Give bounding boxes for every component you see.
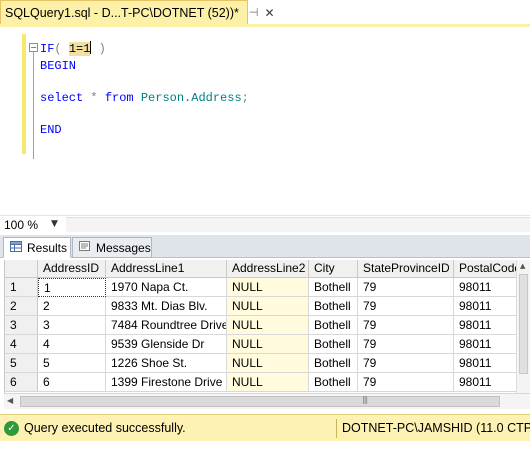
table-cell[interactable]: 7484 Roundtree Drive [106, 316, 227, 335]
table-cell[interactable]: Bothell [309, 335, 358, 354]
pin-icon[interactable]: ⊣ [249, 6, 259, 19]
tab-results[interactable]: Results [3, 237, 71, 258]
table-cell[interactable]: NULL [227, 335, 309, 354]
table-cell[interactable]: 79 [358, 278, 454, 297]
column-header[interactable]: City [309, 260, 358, 278]
table-cell[interactable]: 1226 Shoe St. [106, 354, 227, 373]
table-name: Person.Address [140, 91, 242, 105]
row-number[interactable]: 1 [5, 278, 38, 297]
keyword-if: IF [40, 42, 55, 56]
grid-corner[interactable] [5, 260, 38, 278]
table-cell[interactable]: Bothell [309, 354, 358, 373]
table-cell[interactable]: 79 [358, 373, 454, 392]
query-editor[interactable]: − IF( 1=1 ) BEGIN select * from Person.A… [0, 27, 530, 215]
column-header[interactable]: StateProvinceID [358, 260, 454, 278]
collapse-toggle-icon[interactable]: − [29, 43, 38, 52]
table-cell[interactable]: 5 [38, 354, 106, 373]
table-cell[interactable]: 9833 Mt. Dias Blv. [106, 297, 227, 316]
horizontal-scroll-thumb[interactable] [20, 396, 500, 407]
tab-results-label: Results [27, 240, 68, 255]
table-cell[interactable]: 3 [38, 316, 106, 335]
table-cell[interactable]: NULL [227, 316, 309, 335]
document-tab-title: SQLQuery1.sql - D...T-PC\DOTNET (52))* [5, 5, 239, 20]
row-number[interactable]: 4 [5, 335, 38, 354]
table-row[interactable]: 6 6 1399 Firestone Drive NULL Bothell 79… [5, 373, 530, 392]
keyword-select: select [40, 91, 84, 105]
keyword-from: from [104, 91, 134, 105]
scroll-grip-icon: ||| [362, 395, 368, 404]
table-cell[interactable]: 79 [358, 316, 454, 335]
code-line-2: BEGIN [40, 58, 76, 74]
vertical-scroll-thumb[interactable] [519, 274, 528, 374]
bottom-strip [0, 441, 530, 451]
table-cell[interactable]: 1970 Napa Ct. [106, 278, 227, 297]
row-number[interactable]: 5 [5, 354, 38, 373]
scroll-up-icon[interactable]: ▲ [520, 262, 525, 270]
column-header[interactable]: AddressLine2 [227, 260, 309, 278]
status-divider [336, 419, 337, 438]
change-tracking-bar [22, 34, 26, 154]
paren-close: ) [98, 42, 106, 56]
document-tab-strip: SQLQuery1.sql - D...T-PC\DOTNET (52))* ⊣… [0, 0, 530, 27]
keyword-end: END [40, 123, 62, 137]
results-tab-strip: Results Messages [0, 235, 530, 258]
table-cell[interactable]: 4 [38, 335, 106, 354]
results-grid[interactable]: AddressID AddressLine1 AddressLine2 City… [4, 260, 530, 393]
table-cell[interactable]: 2 [38, 297, 106, 316]
semicolon: ; [241, 91, 249, 105]
column-header[interactable]: AddressLine1 [106, 260, 227, 278]
table-cell[interactable]: 1399 Firestone Drive [106, 373, 227, 392]
paren-open: ( [54, 42, 62, 56]
table-row[interactable]: 2 2 9833 Mt. Dias Blv. NULL Bothell 79 9… [5, 297, 530, 316]
close-icon[interactable]: ✕ [264, 7, 274, 19]
zoom-bar: 100 % ▼ [0, 215, 530, 233]
table-cell[interactable]: 6 [38, 373, 106, 392]
grid-vertical-scrollbar[interactable]: ▲ [516, 260, 530, 393]
text-caret [90, 41, 92, 54]
tab-messages[interactable]: Messages [72, 237, 152, 258]
zoom-select[interactable]: 100 % [4, 218, 38, 232]
row-number[interactable]: 2 [5, 297, 38, 316]
table-row[interactable]: 5 5 1226 Shoe St. NULL Bothell 79 98011 [5, 354, 530, 373]
table-cell[interactable]: 1 [38, 278, 106, 297]
table-cell[interactable]: 79 [358, 297, 454, 316]
document-tab[interactable]: SQLQuery1.sql - D...T-PC\DOTNET (52))* ⊣… [0, 0, 275, 24]
table-cell[interactable]: Bothell [309, 297, 358, 316]
scroll-left-icon[interactable]: ◀ [7, 396, 13, 405]
chevron-down-icon[interactable]: ▼ [51, 219, 58, 229]
table-cell[interactable]: NULL [227, 354, 309, 373]
status-server: DOTNET-PC\JAMSHID (11.0 CTP) [342, 421, 530, 435]
code-line-1: IF( 1=1 ) [40, 41, 106, 57]
check-icon: ✓ [4, 421, 19, 436]
table-row[interactable]: 1 1 1970 Napa Ct. NULL Bothell 79 98011 [5, 278, 530, 297]
grid-horizontal-scrollbar[interactable]: ◀ ||| [4, 393, 530, 409]
table-row[interactable]: 4 4 9539 Glenside Dr NULL Bothell 79 980… [5, 335, 530, 354]
table-row[interactable]: 3 3 7484 Roundtree Drive NULL Bothell 79… [5, 316, 530, 335]
table-cell[interactable]: Bothell [309, 278, 358, 297]
table-cell[interactable]: Bothell [309, 373, 358, 392]
code-line-4: END [40, 122, 62, 138]
row-number[interactable]: 6 [5, 373, 38, 392]
condition-expression: 1=1 [68, 42, 91, 56]
tab-messages-label: Messages [96, 240, 151, 255]
row-number[interactable]: 3 [5, 316, 38, 335]
grid-header-row: AddressID AddressLine1 AddressLine2 City… [5, 260, 530, 279]
table-cell[interactable]: Bothell [309, 316, 358, 335]
keyword-begin: BEGIN [40, 59, 77, 73]
table-cell[interactable]: 79 [358, 335, 454, 354]
code-line-3: select * from Person.Address; [40, 90, 249, 106]
table-cell[interactable]: 79 [358, 354, 454, 373]
star-operator: * [90, 91, 98, 105]
table-cell[interactable]: NULL [227, 297, 309, 316]
grid-icon [10, 240, 22, 255]
table-cell[interactable]: 9539 Glenside Dr [106, 335, 227, 354]
table-cell[interactable]: NULL [227, 278, 309, 297]
outline-line [33, 49, 34, 159]
status-bar: ✓ Query executed successfully. DOTNET-PC… [0, 414, 530, 441]
table-cell[interactable]: NULL [227, 373, 309, 392]
column-header[interactable]: AddressID [38, 260, 106, 278]
status-message: Query executed successfully. [24, 421, 186, 435]
messages-icon [79, 240, 91, 255]
editor-horizontal-scrollbar[interactable] [66, 217, 530, 232]
